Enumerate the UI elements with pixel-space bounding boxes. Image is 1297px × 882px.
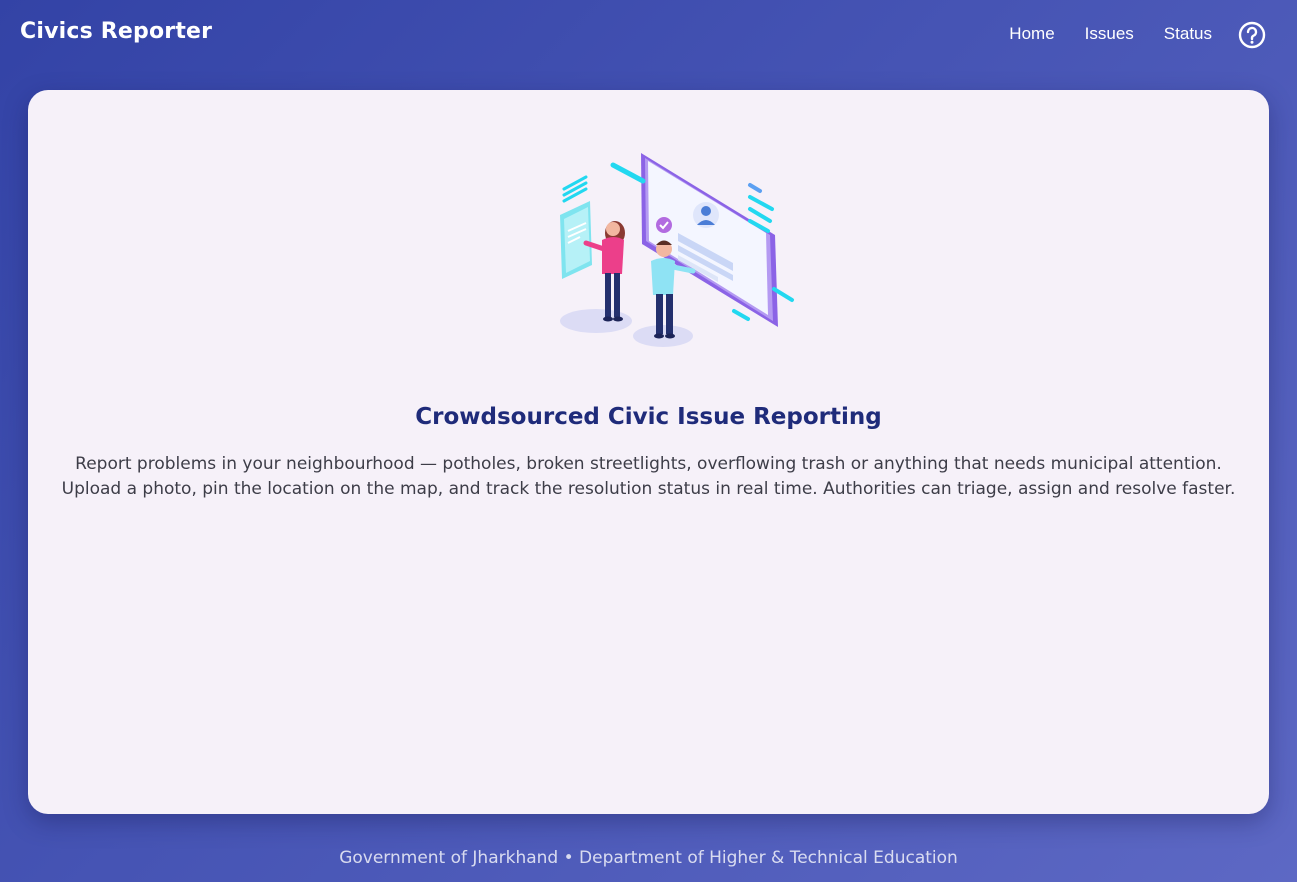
hero-title: Crowdsourced Civic Issue Reporting bbox=[415, 404, 882, 430]
nav-home-link[interactable]: Home bbox=[1009, 24, 1054, 44]
help-button[interactable] bbox=[1237, 20, 1267, 50]
app-brand[interactable]: Civics Reporter bbox=[20, 19, 212, 44]
footer-credit: Government of Jharkhand • Department of … bbox=[339, 848, 958, 868]
people-reporting-illustration bbox=[560, 153, 794, 347]
top-navigation-bar: Civics Reporter Home Issues Status bbox=[0, 0, 1297, 70]
question-circle-icon bbox=[1238, 21, 1266, 49]
hero-card: Crowdsourced Civic Issue Reporting Repor… bbox=[28, 90, 1269, 814]
nav-status-link[interactable]: Status bbox=[1164, 24, 1212, 44]
main-nav: Home Issues Status bbox=[1009, 24, 1212, 44]
nav-issues-link[interactable]: Issues bbox=[1085, 24, 1134, 44]
hero-description: Report problems in your neighbourhood — … bbox=[61, 454, 1236, 499]
